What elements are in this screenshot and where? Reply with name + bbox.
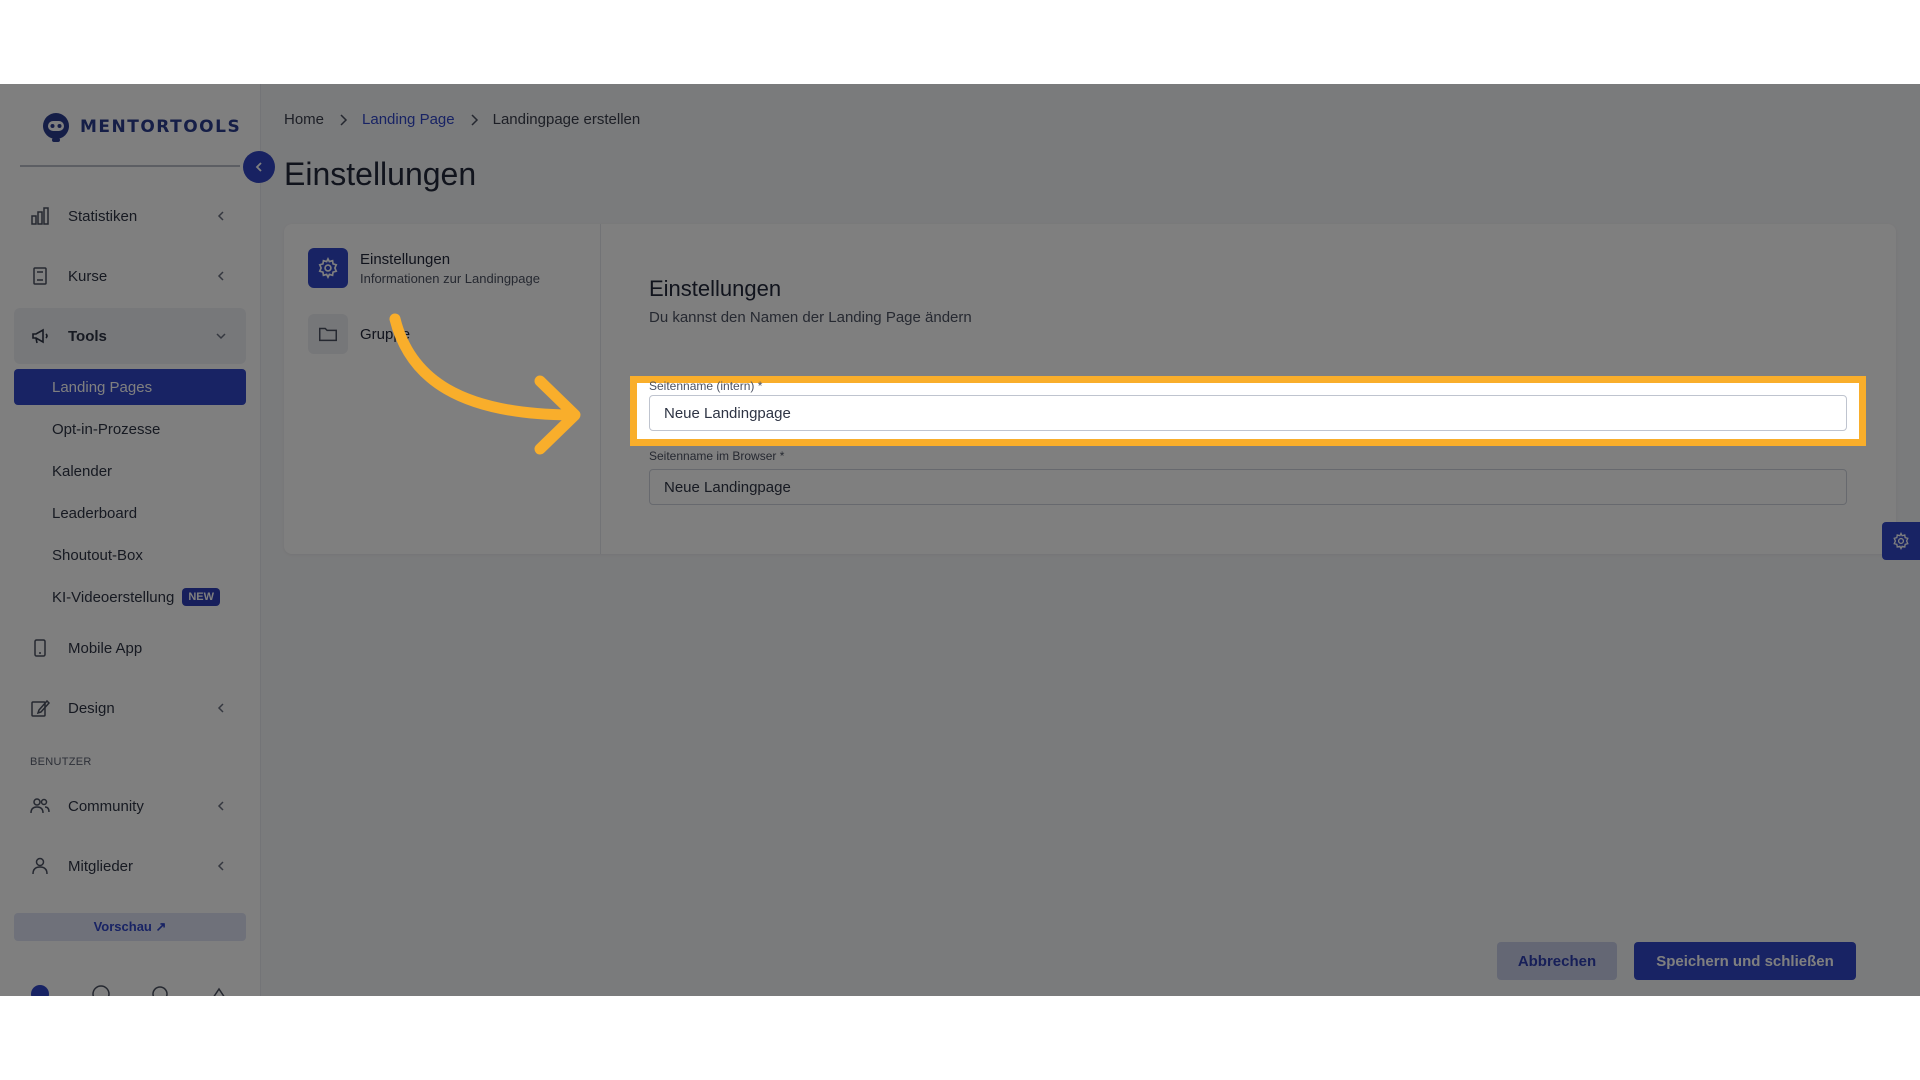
settings-panel-toggle[interactable] (1882, 522, 1920, 560)
sidebar-subitem-label: Shoutout-Box (52, 546, 143, 564)
chevron-right-icon (469, 113, 479, 126)
sidebar-footer (0, 984, 260, 996)
collapse-sidebar-button[interactable] (243, 151, 275, 183)
chevron-down-icon (214, 329, 228, 343)
form-title: Einstellungen (649, 276, 782, 301)
sidebar-item-tools[interactable]: Tools (14, 308, 246, 364)
chevron-right-icon (338, 113, 348, 126)
section-label-benutzer: BENUTZER (30, 756, 92, 768)
sidebar-subitem-label: Landing Pages (52, 378, 153, 396)
pencil-icon (30, 698, 50, 718)
save-and-close-button[interactable]: Speichern und schließen (1634, 942, 1856, 980)
sidebar-item-label: Design (68, 699, 115, 717)
cancel-button[interactable]: Abbrechen (1497, 942, 1617, 980)
user-icon (30, 856, 50, 876)
sidebar-subitem-label: Opt-in-Prozesse (52, 420, 161, 438)
sidebar-item-community[interactable]: Community (14, 778, 246, 834)
sidebar-subitem-label: Kalender (52, 462, 113, 480)
sidebar-item-label: Mitglieder (68, 857, 134, 875)
sidebar-subitem-leaderboard[interactable]: Leaderboard (14, 495, 246, 531)
field-label-internal-name: Seitenname (intern) * (649, 379, 763, 393)
app-window: MENTORTOOLS Statistiken Kurse Tools Land… (0, 84, 1920, 996)
chevron-left-icon (214, 859, 228, 873)
sidebar-item-label: Kurse (68, 267, 108, 285)
breadcrumb-landing-page[interactable]: Landing Page (362, 111, 455, 128)
brand-name: MENTORTOOLS (80, 117, 242, 137)
bell-icon[interactable] (209, 984, 229, 996)
breadcrumb-current: Landingpage erstellen (492, 111, 641, 128)
sidebar: MENTORTOOLS Statistiken Kurse Tools Land… (0, 84, 261, 996)
browser-page-name-input[interactable] (649, 469, 1847, 505)
chevron-left-icon (255, 162, 262, 172)
step-title: Einstellungen (360, 250, 451, 268)
book-icon (30, 266, 50, 286)
sidebar-subitem-label: KI-Videoerstellung (52, 588, 175, 606)
sidebar-item-statistiken[interactable]: Statistiken (14, 188, 246, 244)
gear-icon (308, 248, 348, 288)
sidebar-item-kurse[interactable]: Kurse (14, 248, 246, 304)
sidebar-item-label: Statistiken (68, 207, 138, 225)
highlighted-field-frame: Seitenname (intern) * (630, 376, 1866, 446)
sidebar-subitem-kalender[interactable]: Kalender (14, 453, 246, 489)
sidebar-subitem-label: Leaderboard (52, 504, 138, 522)
users-icon (30, 796, 50, 816)
bar-chart-icon (30, 206, 50, 226)
robot-logo-icon (43, 113, 69, 142)
chevron-left-icon (214, 799, 228, 813)
sidebar-item-label: Community (68, 797, 144, 815)
sidebar-item-mitglieder[interactable]: Mitglieder (14, 838, 246, 894)
breadcrumb: Home Landing Page Landingpage erstellen (284, 111, 640, 128)
chevron-left-icon (214, 701, 228, 715)
sidebar-subitem-opt-in[interactable]: Opt-in-Prozesse (14, 411, 246, 447)
sidebar-item-mobile-app[interactable]: Mobile App (14, 620, 246, 676)
sidebar-item-design[interactable]: Design (14, 680, 246, 736)
folder-icon (308, 314, 348, 354)
card-divider (600, 224, 601, 554)
chevron-left-icon (214, 209, 228, 223)
gear-icon (1893, 532, 1909, 550)
step-einstellungen[interactable]: Einstellungen Informationen zur Landingp… (308, 248, 540, 288)
logo: MENTORTOOLS (40, 110, 241, 144)
preview-button[interactable]: Vorschau ↗ (14, 913, 246, 941)
chevron-left-icon (214, 269, 228, 283)
internal-page-name-input[interactable] (649, 395, 1847, 431)
new-badge: NEW (182, 588, 220, 606)
sidebar-item-label: Mobile App (68, 639, 143, 657)
step-subtitle: Informationen zur Landingpage (360, 270, 540, 286)
logo-divider (20, 165, 240, 167)
megaphone-icon (30, 326, 50, 346)
page-title: Einstellungen (284, 156, 477, 192)
help-icon[interactable] (91, 984, 111, 996)
sidebar-subitem-landing-pages[interactable]: Landing Pages (14, 369, 246, 405)
field-label-browser-name: Seitenname im Browser * (649, 449, 785, 463)
sidebar-subitem-shoutout-box[interactable]: Shoutout-Box (14, 537, 246, 573)
sidebar-subitem-ki-video[interactable]: KI-Videoerstellung NEW (14, 579, 246, 615)
breadcrumb-home[interactable]: Home (284, 111, 324, 128)
phone-icon (30, 638, 50, 658)
settings-icon[interactable] (150, 984, 170, 996)
annotation-arrow-icon (389, 313, 581, 455)
avatar[interactable] (30, 984, 50, 996)
sidebar-item-label: Tools (68, 327, 107, 345)
form-subtitle: Du kannst den Namen der Landing Page änd… (649, 309, 972, 326)
